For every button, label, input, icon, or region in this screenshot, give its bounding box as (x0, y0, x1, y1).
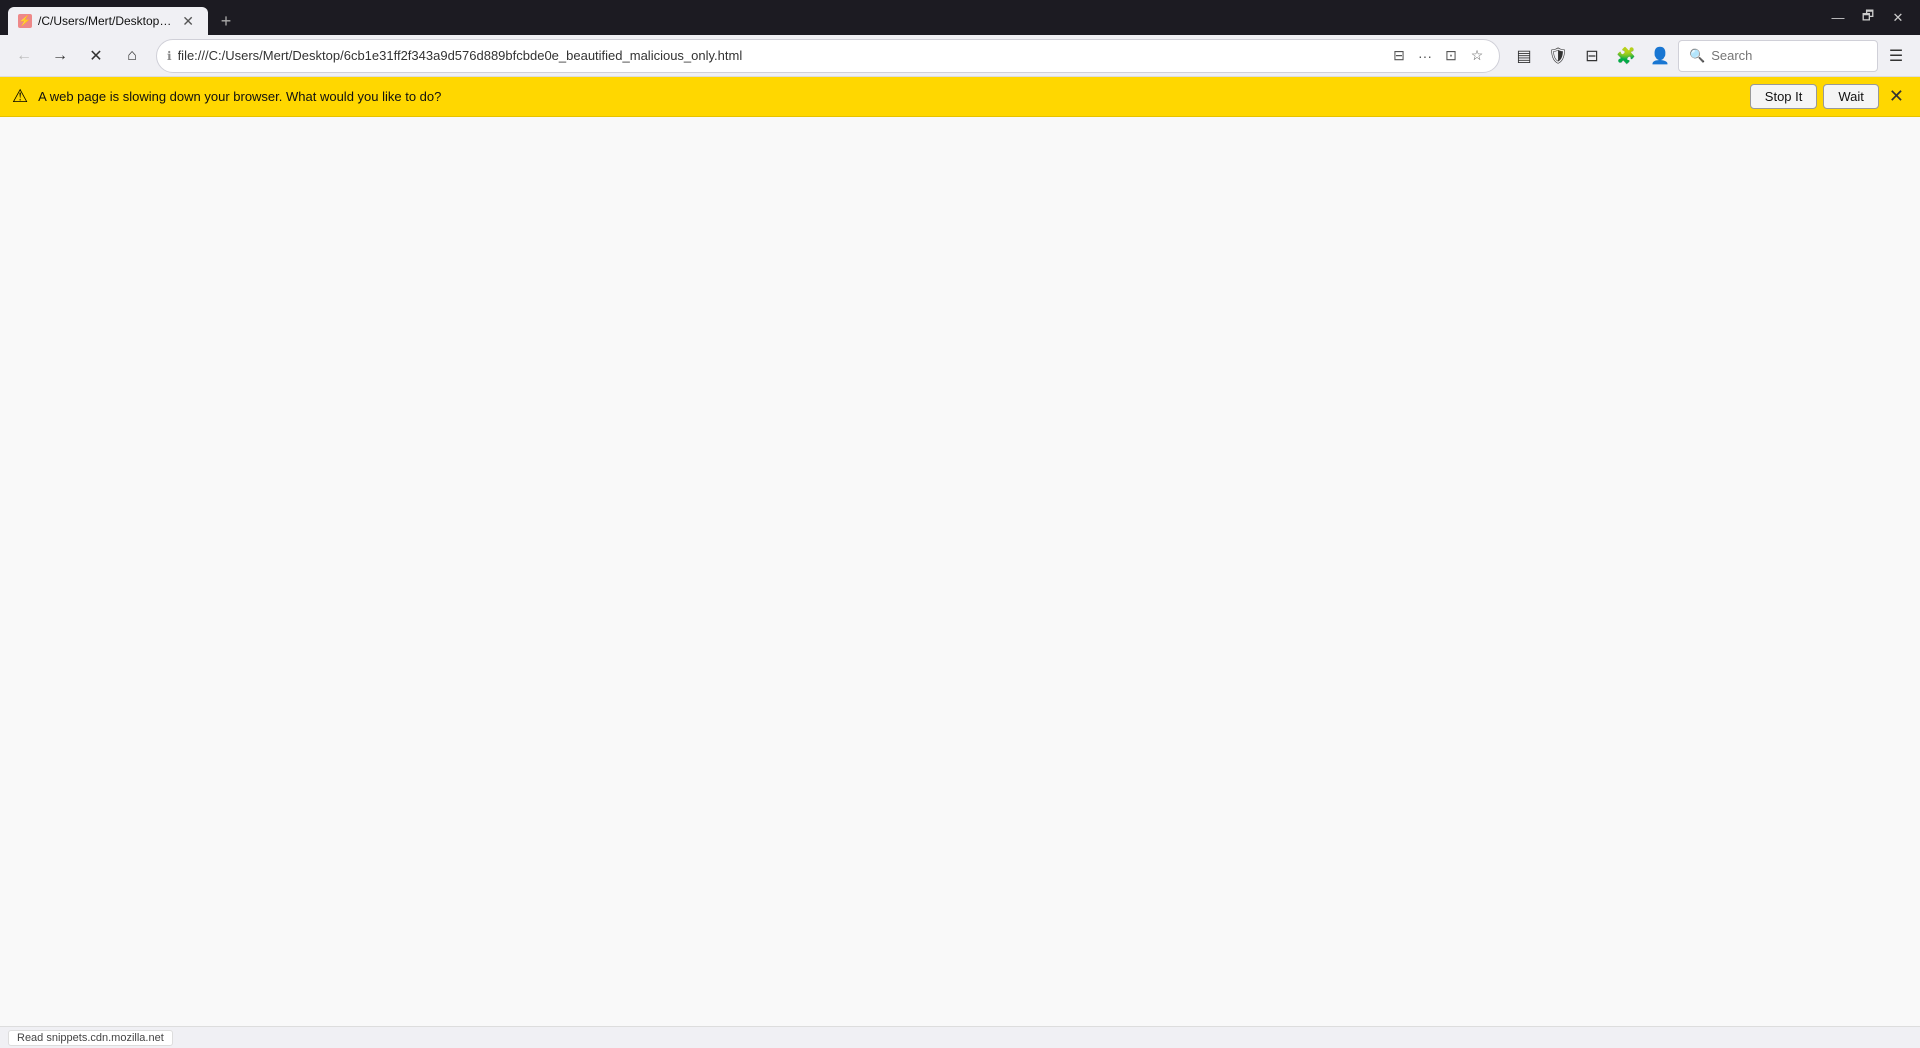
tab-close-button[interactable]: ✕ (178, 12, 198, 30)
stop-it-button[interactable]: Stop It (1750, 84, 1818, 109)
status-bar: Read snippets.cdn.mozilla.net (0, 1026, 1920, 1048)
tab-strip: ⚡ /C/Users/Mert/Desktop/6cb1e... ✕ + (8, 0, 1816, 35)
warning-icon: ⚠ (12, 86, 28, 107)
home-button[interactable]: ⌂ (116, 40, 148, 72)
status-text: Read snippets.cdn.mozilla.net (8, 1030, 173, 1046)
library-button[interactable]: ▤ (1508, 40, 1540, 72)
stop-reload-button[interactable]: ✕ (80, 40, 112, 72)
back-button[interactable]: ← (8, 40, 40, 72)
minimize-button[interactable]: — (1824, 4, 1852, 32)
shield-button[interactable]: 🛡 (1542, 40, 1574, 72)
new-tab-button[interactable]: + (212, 7, 240, 35)
warning-close-button[interactable]: ✕ (1885, 86, 1908, 107)
lock-icon: ℹ (167, 49, 172, 63)
synced-tabs-button[interactable]: ⊟ (1576, 40, 1608, 72)
address-actions: ⊟ ··· ⊡ ☆ (1387, 44, 1489, 68)
wait-button[interactable]: Wait (1823, 84, 1879, 109)
warning-message: A web page is slowing down your browser.… (38, 89, 1740, 104)
restore-button[interactable]: 🗗 (1854, 4, 1882, 32)
toolbar: ← → ✕ ⌂ ℹ ⊟ ··· ⊡ ☆ ▤ 🛡 ⊟ 🧩 👤 🔍 ☰ (0, 35, 1920, 77)
extensions-button[interactable]: 🧩 (1610, 40, 1642, 72)
search-input[interactable] (1711, 48, 1867, 63)
bookmark-button[interactable]: ☆ (1465, 44, 1489, 68)
browser-window: ⚡ /C/Users/Mert/Desktop/6cb1e... ✕ + — 🗗… (0, 0, 1920, 1048)
toolbar-right: ▤ 🛡 ⊟ 🧩 👤 🔍 ☰ (1508, 40, 1912, 72)
warning-bar: ⚠ A web page is slowing down your browse… (0, 77, 1920, 117)
forward-button[interactable]: → (44, 40, 76, 72)
pocket-button[interactable]: ⊡ (1439, 44, 1463, 68)
account-button[interactable]: 👤 (1644, 40, 1676, 72)
address-input[interactable] (178, 48, 1381, 63)
window-controls: — 🗗 ✕ (1824, 4, 1912, 32)
search-box[interactable]: 🔍 (1678, 40, 1878, 72)
close-button[interactable]: ✕ (1884, 4, 1912, 32)
reader-view-button[interactable]: ⊟ (1387, 44, 1411, 68)
active-tab[interactable]: ⚡ /C/Users/Mert/Desktop/6cb1e... ✕ (8, 7, 208, 35)
page-content (0, 117, 1920, 1048)
title-bar: ⚡ /C/Users/Mert/Desktop/6cb1e... ✕ + — 🗗… (0, 0, 1920, 35)
tab-favicon: ⚡ (18, 14, 32, 28)
tab-title: /C/Users/Mert/Desktop/6cb1e... (38, 14, 172, 28)
address-bar[interactable]: ℹ ⊟ ··· ⊡ ☆ (156, 39, 1500, 73)
search-icon: 🔍 (1689, 48, 1705, 64)
warning-actions: Stop It Wait ✕ (1750, 84, 1908, 109)
menu-button[interactable]: ☰ (1880, 40, 1912, 72)
more-address-button[interactable]: ··· (1413, 44, 1437, 68)
